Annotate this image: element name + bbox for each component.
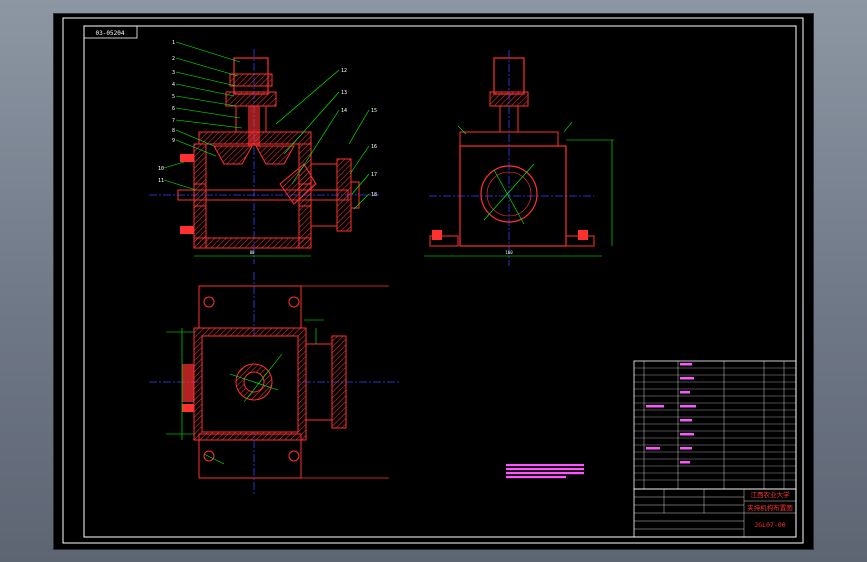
svg-text:9: 9 [172,138,175,144]
svg-text:18: 18 [371,192,377,198]
svg-text:14: 14 [341,108,347,114]
title-block-school: 江西农业大学 [751,490,791,499]
svg-text:3: 3 [172,70,175,76]
front-section-view: 80 1 2 3 4 5 6 7 8 9 10 11 12 13 14 15 1… [149,40,379,264]
cad-viewport[interactable]: 03-05204 80 1 2 3 4 5 6 7 8 9 10 11 12 1… [54,14,813,549]
corner-stamp: 03-05204 [96,30,125,37]
svg-text:11: 11 [158,178,164,184]
top-view [149,272,399,494]
svg-text:10: 10 [158,166,164,172]
svg-text:17: 17 [371,172,377,178]
title-block: 江西农业大学 夹持机构布置图 JGL07-00 [633,488,797,538]
parts-list [633,360,797,490]
svg-text:80: 80 [250,250,255,255]
title-block-drawing-number: JGL07-00 [754,521,785,529]
svg-text:12: 12 [341,68,347,74]
svg-text:7: 7 [172,118,175,124]
svg-text:6: 6 [172,106,175,112]
svg-text:1: 1 [172,40,175,46]
svg-text:2: 2 [172,56,175,62]
assembly-drawing: 03-05204 80 1 2 3 4 5 6 7 8 9 10 11 12 1… [62,17,804,544]
side-view: 160 [424,50,614,266]
svg-text:5: 5 [172,94,175,100]
side-dimension: 160 [505,250,513,255]
technical-notes [506,464,584,479]
svg-text:13: 13 [341,90,347,96]
title-block-drawing-name: 夹持机构布置图 [747,503,793,512]
svg-text:15: 15 [371,108,377,114]
svg-text:4: 4 [172,82,175,88]
svg-text:16: 16 [371,144,377,150]
svg-text:8: 8 [172,128,175,134]
